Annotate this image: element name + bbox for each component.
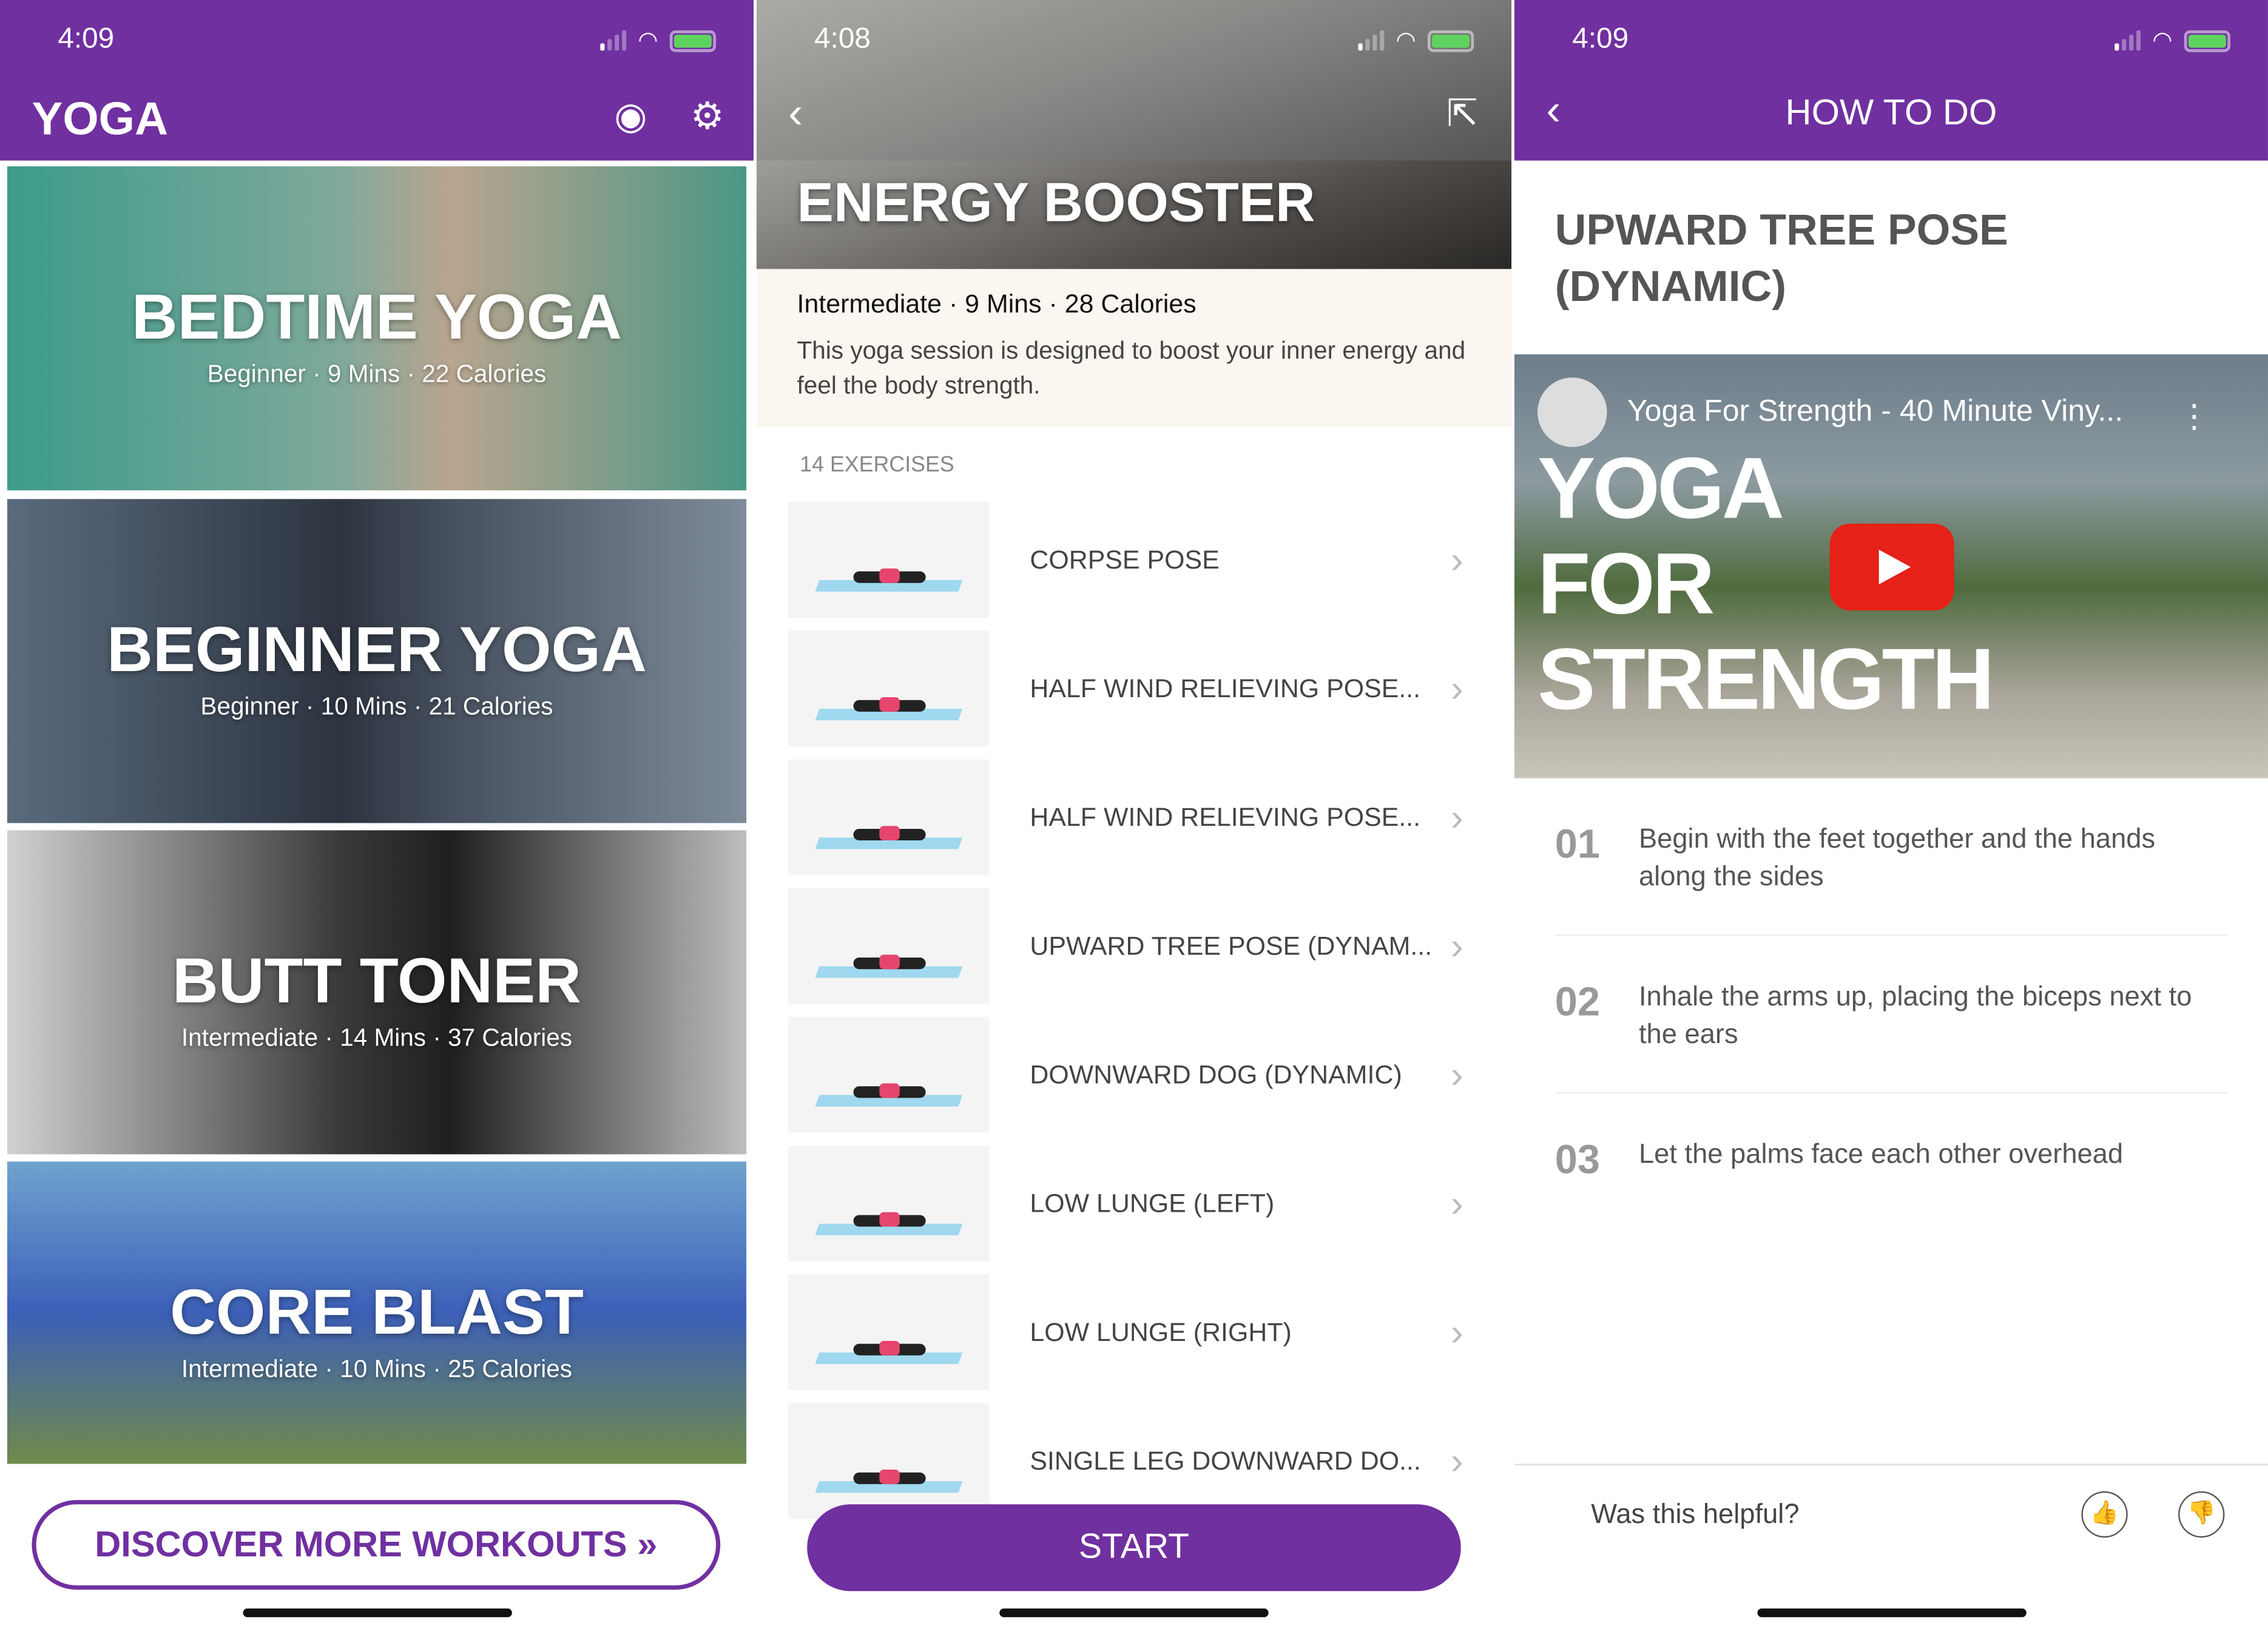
- workout-title: ENERGY BOOSTER: [797, 174, 1315, 235]
- workout-detail-screen: ENERGY BOOSTER 4:08 ◠ ‹ ⇱ Intermediate ·…: [756, 0, 1512, 1631]
- signal-icon: [600, 30, 627, 51]
- status-time: 4:09: [1572, 23, 1629, 55]
- status-bar: 4:08 ◠: [757, 0, 1511, 81]
- workout-card[interactable]: BUTT TONER Intermediate · 14 Mins · 37 C…: [7, 830, 747, 1155]
- workout-meta: Intermediate · 9 Mins · 28 Calories: [797, 289, 1196, 319]
- exercise-name: SINGLE LEG DOWNWARD DO...: [1030, 1445, 1421, 1475]
- workout-title: CORE BLAST: [170, 1277, 584, 1348]
- video-player[interactable]: Yoga For Strength - 40 Minute Viny... YO…: [1514, 354, 2268, 778]
- start-button[interactable]: START: [807, 1504, 1461, 1592]
- exercise-name: LOW LUNGE (LEFT): [1030, 1188, 1275, 1218]
- exercise-row[interactable]: CORPSE POSE ›: [788, 501, 1480, 619]
- wifi-icon: ◠: [638, 29, 658, 54]
- exercise-thumbnail: [788, 888, 990, 1004]
- exercise-row[interactable]: UPWARD TREE POSE (DYNAM... ›: [788, 886, 1480, 1005]
- home-indicator: [1757, 1608, 2026, 1618]
- exercise-name: CORPSE POSE: [1030, 544, 1220, 574]
- workout-info: Intermediate · 9 Mins · 28 Calories This…: [756, 269, 1512, 427]
- exercise-thumbnail: [788, 1016, 990, 1133]
- signal-icon: [1358, 30, 1385, 51]
- pose-title-line: UPWARD TREE POSE: [1554, 206, 2008, 255]
- video-title: Yoga For Strength - 40 Minute Viny...: [1627, 394, 2124, 428]
- step-text: Inhale the arms up, placing the biceps n…: [1638, 982, 2192, 1050]
- exercise-name: HALF WIND RELIEVING POSE...: [1030, 673, 1421, 703]
- workout-title: BEDTIME YOGA: [131, 282, 623, 353]
- thumbs-down-icon[interactable]: 👎: [2178, 1491, 2225, 1538]
- workout-card[interactable]: BEDTIME YOGA Beginner · 9 Mins · 22 Calo…: [7, 166, 747, 491]
- workout-meta: Intermediate · 14 Mins · 37 Calories: [181, 1024, 573, 1052]
- instruction-step: 02 Inhale the arms up, placing the biceps…: [1554, 979, 2228, 1094]
- chevron-right-icon: ›: [1451, 1052, 1463, 1096]
- exercise-row[interactable]: LOW LUNGE (RIGHT) ›: [788, 1273, 1480, 1391]
- workout-card[interactable]: CORE BLAST Intermediate · 10 Mins · 25 C…: [7, 1161, 747, 1464]
- step-text: Begin with the feet together and the han…: [1638, 824, 2156, 893]
- chevron-right-icon: ›: [1451, 1438, 1463, 1482]
- exercise-name: LOW LUNGE (RIGHT): [1030, 1317, 1292, 1346]
- feedback-bar: Was this helpful? 👍 👎: [1514, 1464, 2268, 1565]
- step-number: 02: [1554, 979, 1600, 1024]
- workout-card[interactable]: BEGINNER YOGA Beginner · 10 Mins · 21 Ca…: [7, 499, 747, 823]
- exercise-name: HALF WIND RELIEVING POSE...: [1030, 802, 1421, 831]
- chevron-right-icon: ›: [1451, 537, 1463, 581]
- exercise-thumbnail: [788, 502, 990, 618]
- exercise-row[interactable]: DOWNWARD DOG (DYNAMIC) ›: [788, 1015, 1480, 1133]
- chevron-right-icon: ›: [1451, 794, 1463, 839]
- gear-icon[interactable]: ⚙: [687, 95, 727, 136]
- chevron-right-icon: ›: [1451, 666, 1463, 710]
- wifi-icon: ◠: [2152, 29, 2173, 54]
- exercise-thumbnail: [788, 1146, 990, 1261]
- battery-icon: [1427, 29, 1474, 52]
- chevron-right-icon: ›: [1451, 1181, 1463, 1224]
- instruction-step: 01 Begin with the feet together and the h…: [1554, 822, 2228, 936]
- step-number: 03: [1554, 1136, 1600, 1182]
- workout-description: This yoga session is designed to boost y…: [797, 337, 1466, 399]
- exercise-thumbnail: [788, 1403, 990, 1519]
- status-time: 4:09: [58, 23, 115, 55]
- chevron-right-icon: ›: [1451, 924, 1463, 967]
- step-number: 01: [1554, 822, 1600, 866]
- exercise-row[interactable]: HALF WIND RELIEVING POSE... ›: [788, 629, 1480, 748]
- helpful-label: Was this helpful?: [1591, 1500, 1800, 1531]
- workout-title: BEGINNER YOGA: [107, 615, 647, 686]
- exercise-thumbnail: [788, 1274, 990, 1390]
- home-indicator: [999, 1608, 1269, 1618]
- exercise-row[interactable]: HALF WIND RELIEVING POSE... ›: [788, 758, 1480, 876]
- workout-title: BUTT TONER: [172, 946, 581, 1017]
- exercise-thumbnail: [788, 630, 990, 747]
- discover-more-button[interactable]: DISCOVER MORE WORKOUTS »: [32, 1500, 721, 1590]
- exercise-name: UPWARD TREE POSE (DYNAM...: [1030, 931, 1433, 960]
- workout-meta: Beginner · 9 Mins · 22 Calories: [207, 360, 547, 388]
- battery-icon: [2184, 29, 2230, 52]
- instruction-step: 03 Let the palms face each other overhead: [1555, 1137, 2228, 1221]
- more-icon[interactable]: ⋮: [2178, 398, 2210, 436]
- exercise-thumbnail: [788, 759, 990, 876]
- share-icon[interactable]: ⇱: [1442, 93, 1483, 133]
- status-bar: 4:09 ◠: [0, 0, 754, 81]
- page-title: HOW TO DO: [1785, 92, 1997, 133]
- home-indicator: [242, 1608, 511, 1618]
- pose-title-line: (DYNAMIC): [1554, 263, 1787, 311]
- exercise-row[interactable]: SINGLE LEG DOWNWARD DO... ›: [788, 1402, 1480, 1520]
- step-text: Let the palms face each other overhead: [1638, 1140, 2124, 1170]
- yoga-home-screen: 4:09 ◠ YOGA ◉ ⚙ BEDTIME YOGA Beginner · …: [0, 0, 754, 1631]
- app-title: YOGA: [32, 92, 169, 145]
- status-time: 4:08: [814, 23, 871, 55]
- pose-title: UPWARD TREE POSE (DYNAMIC): [1555, 203, 2008, 316]
- thumbs-up-icon[interactable]: 👍: [2081, 1491, 2128, 1538]
- how-to-do-screen: 4:09 ◠ ‹ HOW TO DO UPWARD TREE POSE (DYN…: [1514, 0, 2268, 1631]
- back-icon[interactable]: ‹: [788, 90, 803, 139]
- wifi-icon: ◠: [1396, 29, 1416, 54]
- exercise-count: 14 EXERCISES: [800, 453, 954, 478]
- workout-meta: Beginner · 10 Mins · 21 Calories: [200, 692, 553, 721]
- play-button[interactable]: [1829, 523, 1954, 611]
- exercise-name: DOWNWARD DOG (DYNAMIC): [1030, 1059, 1402, 1089]
- profile-icon[interactable]: ◉: [610, 95, 651, 136]
- channel-avatar: [1537, 377, 1607, 447]
- signal-icon: [2114, 30, 2141, 51]
- battery-icon: [669, 29, 717, 52]
- status-bar: 4:09 ◠: [1514, 0, 2268, 81]
- chevron-right-icon: ›: [1451, 1309, 1463, 1354]
- workout-meta: Intermediate · 10 Mins · 25 Calories: [181, 1355, 573, 1383]
- exercise-row[interactable]: LOW LUNGE (LEFT) ›: [788, 1144, 1480, 1263]
